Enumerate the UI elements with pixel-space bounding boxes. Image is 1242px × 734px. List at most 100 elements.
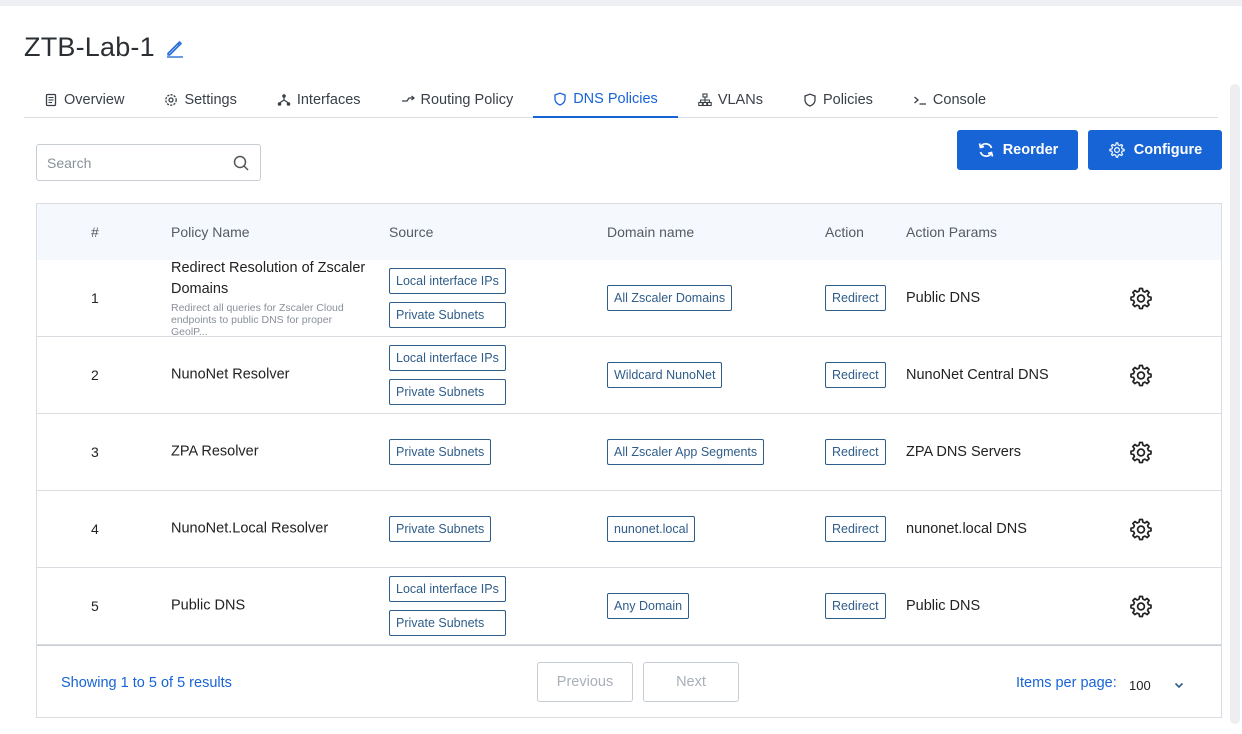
- next-button[interactable]: Next: [643, 662, 739, 702]
- tab-vlans[interactable]: VLANs: [678, 82, 783, 118]
- tab-policies[interactable]: Policies: [783, 82, 893, 118]
- domain-tag: All Zscaler App Segments: [607, 439, 765, 465]
- shield-icon: [553, 92, 567, 106]
- results-count: Showing 1 to 5 of 5 results: [61, 675, 232, 691]
- configure-label: Configure: [1133, 142, 1203, 158]
- col-header-num: #: [91, 224, 99, 240]
- source-cell: Local interface IPs Private Subnets: [389, 576, 506, 636]
- tab-label: Routing Policy: [420, 92, 514, 108]
- domain-cell: All Zscaler App Segments: [607, 439, 765, 465]
- tab-routing-policy[interactable]: Routing Policy: [381, 82, 534, 118]
- policy-name: ZPA Resolver: [171, 443, 259, 460]
- shield-icon: [803, 93, 817, 107]
- policy-name: NunoNet Resolver: [171, 366, 290, 383]
- tab-settings[interactable]: Settings: [144, 82, 256, 118]
- source-cell: Local interface IPs Private Subnets: [389, 345, 506, 405]
- domain-cell: Wildcard NunoNet: [607, 362, 723, 388]
- action-params: Public DNS: [906, 598, 981, 614]
- action-cell: Redirect: [825, 439, 886, 465]
- tab-console[interactable]: Console: [893, 82, 1006, 118]
- tab-label: Interfaces: [296, 92, 361, 108]
- action-cell: Redirect: [825, 362, 886, 388]
- action-cell: Redirect: [825, 593, 886, 619]
- row-number: 3: [91, 444, 99, 460]
- domain-tag: Wildcard NunoNet: [607, 362, 723, 388]
- table-row[interactable]: 2 NunoNet Resolver Local interface IPs Priv…: [37, 337, 1221, 414]
- search-box: [36, 144, 261, 181]
- domain-cell: All Zscaler Domains: [607, 285, 733, 311]
- search-icon[interactable]: [232, 154, 250, 172]
- items-per-page-label: Items per page:: [1016, 675, 1117, 691]
- domain-tag: All Zscaler Domains: [607, 285, 733, 311]
- page-title: ZTB-Lab-1: [24, 32, 155, 62]
- tab-label: Overview: [64, 92, 125, 108]
- route-icon: [401, 93, 415, 107]
- action-cell: Redirect: [825, 285, 886, 311]
- table-row[interactable]: 1 Redirect Resolution of Zscaler Domains R…: [37, 260, 1221, 338]
- source-tag: Private Subnets: [389, 439, 492, 465]
- network-icon: [277, 93, 291, 107]
- tab-overview[interactable]: Overview: [24, 82, 144, 118]
- table-row[interactable]: 5 Public DNS Local interface IPs Private Su…: [37, 568, 1221, 645]
- scrollbar[interactable]: [1230, 84, 1240, 724]
- search-input[interactable]: [47, 154, 232, 171]
- source-cell: Private Subnets: [389, 439, 492, 465]
- action-params: Public DNS: [906, 290, 981, 306]
- policy-name-cell: NunoNet.Local Resolver: [171, 519, 371, 540]
- source-tag: Private Subnets: [389, 516, 492, 542]
- action-params: nunonet.local DNS: [906, 521, 1027, 537]
- source-tag: Private Subnets: [389, 302, 506, 328]
- domain-cell: Any Domain: [607, 593, 690, 619]
- policy-name-cell: NunoNet Resolver: [171, 365, 371, 386]
- items-per-page-value: 100: [1129, 677, 1151, 693]
- domain-tag: Any Domain: [607, 593, 690, 619]
- tab-label: Settings: [184, 92, 237, 108]
- terminal-icon: [913, 93, 927, 107]
- action-tag: Redirect: [825, 439, 886, 465]
- table-footer: Showing 1 to 5 of 5 results Previous Nex…: [37, 645, 1221, 717]
- table-row[interactable]: 3 ZPA Resolver Private Subnets All Zscaler …: [37, 414, 1221, 491]
- col-header-source[interactable]: Source: [389, 224, 433, 240]
- action-tag: Redirect: [825, 593, 886, 619]
- tab-interfaces[interactable]: Interfaces: [257, 82, 381, 118]
- configure-button[interactable]: Configure: [1088, 130, 1222, 170]
- gear-icon[interactable]: [1129, 594, 1153, 618]
- reorder-button[interactable]: Reorder: [957, 130, 1078, 170]
- source-tag: Local interface IPs: [389, 268, 506, 294]
- domain-cell: nunonet.local: [607, 516, 696, 542]
- title-row: ZTB-Lab-1: [24, 32, 185, 63]
- tab-bar: Overview Settings Interfaces Routing Policy…: [24, 82, 1218, 118]
- refresh-icon: [977, 141, 995, 159]
- tab-label: DNS Policies: [573, 91, 658, 107]
- source-tag: Private Subnets: [389, 379, 506, 405]
- row-number: 1: [91, 290, 99, 306]
- sitemap-icon: [698, 93, 712, 107]
- col-header-action[interactable]: Action: [825, 224, 864, 240]
- previous-button[interactable]: Previous: [537, 662, 633, 702]
- source-tag: Private Subnets: [389, 610, 506, 636]
- document-icon: [44, 93, 58, 107]
- gear-icon[interactable]: [1129, 363, 1153, 387]
- action-params: NunoNet Central DNS: [906, 367, 1049, 383]
- col-header-params[interactable]: Action Params: [906, 224, 997, 240]
- col-header-domain[interactable]: Domain name: [607, 224, 694, 240]
- source-tag: Local interface IPs: [389, 576, 506, 602]
- col-header-policy-name[interactable]: Policy Name: [171, 224, 250, 240]
- gear-icon[interactable]: [1129, 517, 1153, 541]
- items-per-page-select[interactable]: 100: [1129, 674, 1193, 696]
- pencil-icon[interactable]: [165, 38, 185, 58]
- action-tag: Redirect: [825, 362, 886, 388]
- gear-icon: [164, 93, 178, 107]
- row-number: 2: [91, 367, 99, 383]
- gear-icon[interactable]: [1129, 286, 1153, 310]
- tab-label: Policies: [822, 92, 873, 108]
- action-tag: Redirect: [825, 285, 886, 311]
- table-row[interactable]: 4 NunoNet.Local Resolver Private Subnets nu…: [37, 491, 1221, 568]
- policy-name: NunoNet.Local Resolver: [171, 520, 329, 537]
- tab-dns-policies[interactable]: DNS Policies: [533, 82, 678, 118]
- dns-policies-table: # Policy Name Source Domain name Action …: [36, 203, 1222, 718]
- row-number: 4: [91, 521, 99, 537]
- gear-icon[interactable]: [1129, 440, 1153, 464]
- policy-name: Redirect Resolution of Zscaler Domains: [171, 260, 366, 297]
- reorder-label: Reorder: [1002, 142, 1059, 158]
